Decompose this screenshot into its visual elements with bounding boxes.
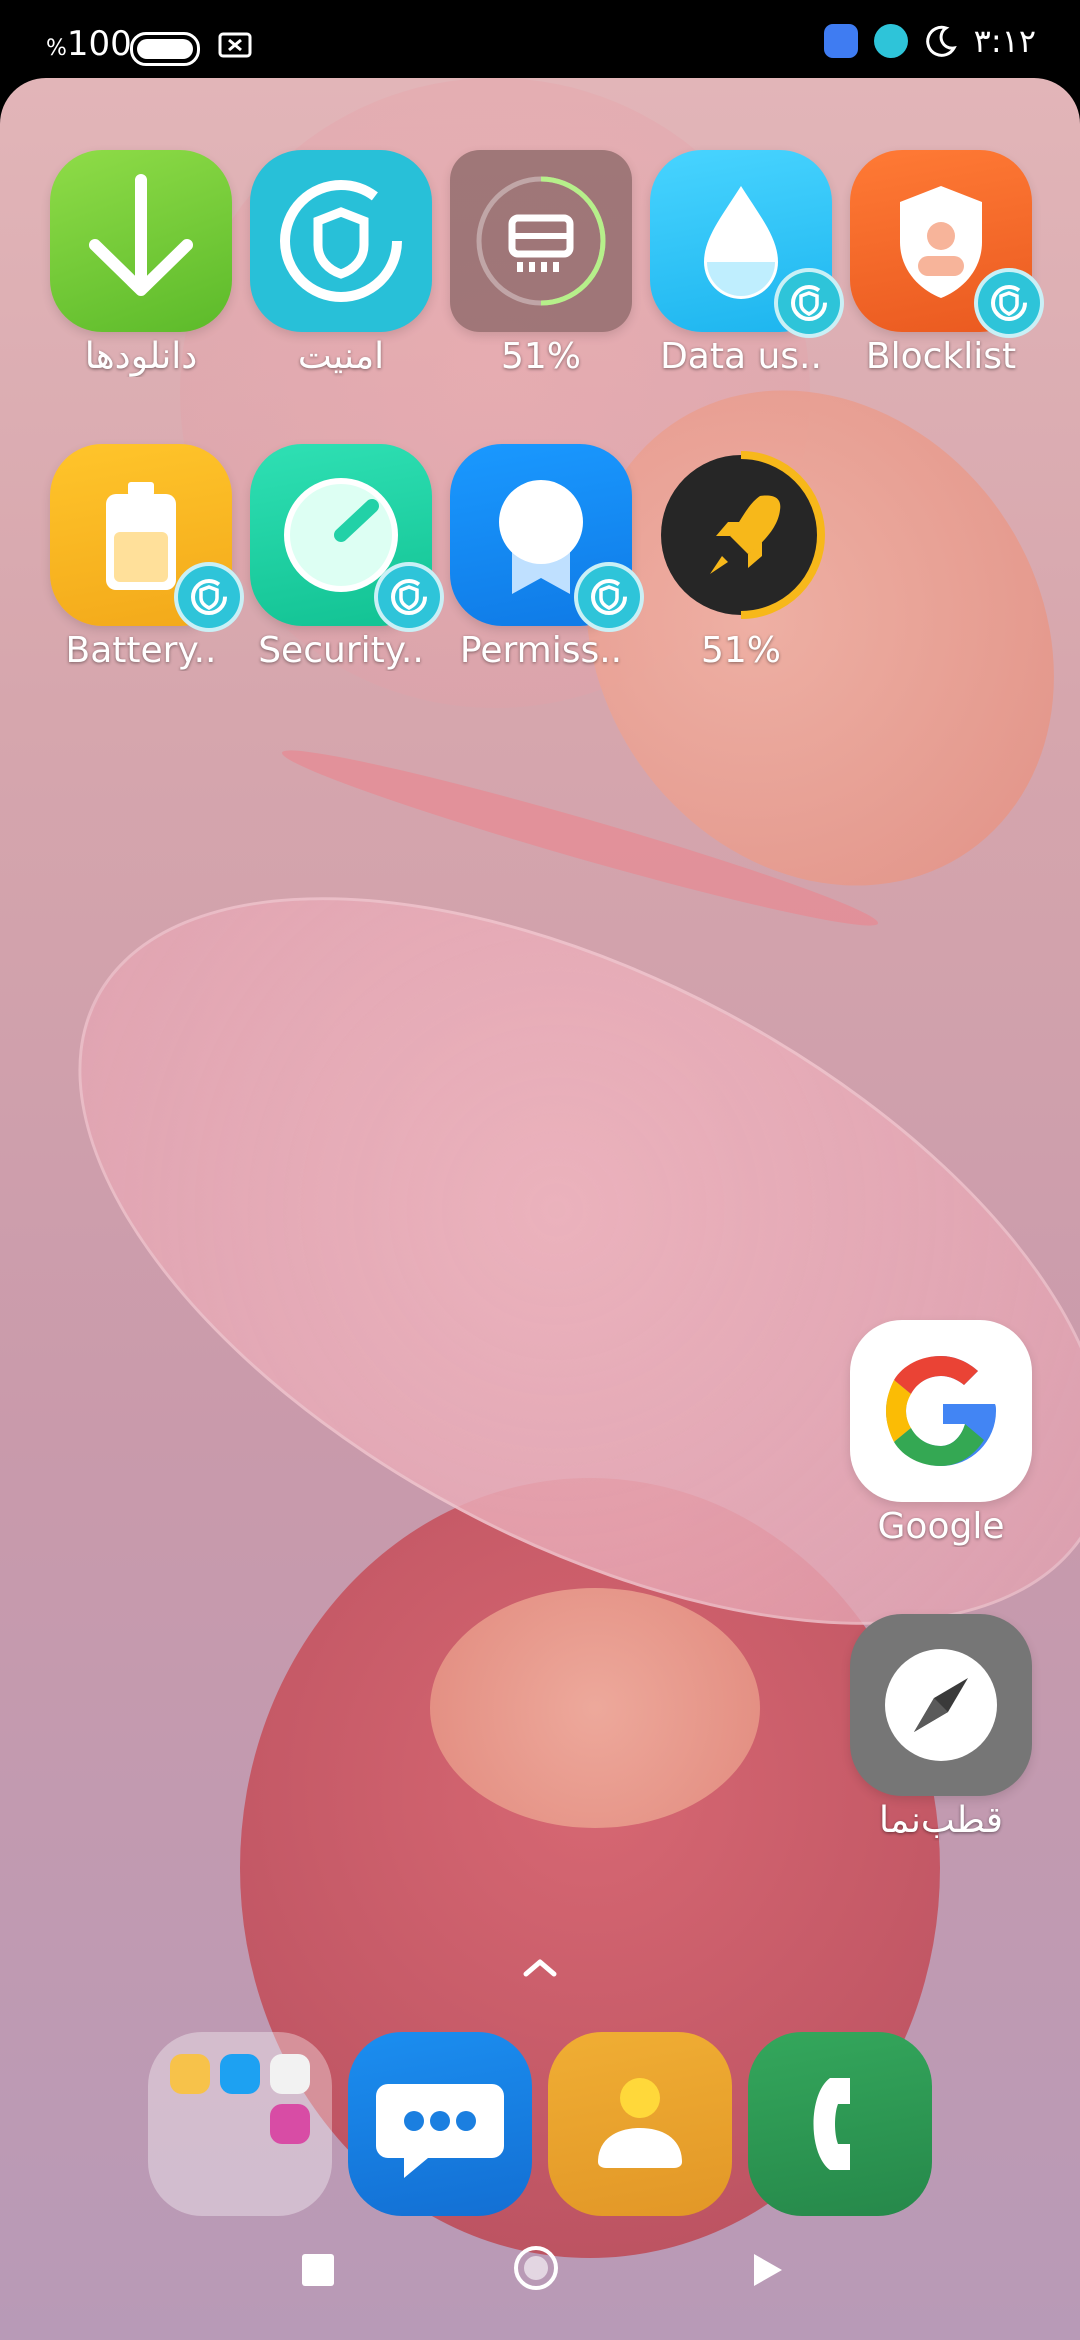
folder-mini-app-icon xyxy=(220,2054,260,2094)
app-label: 51% xyxy=(500,336,581,377)
contacts-icon xyxy=(598,2078,682,2168)
security-icon xyxy=(873,24,908,58)
google-icon xyxy=(850,1320,1032,1502)
home-button-inner xyxy=(524,2256,548,2280)
security-badge-icon xyxy=(174,562,244,632)
security-badge-icon xyxy=(574,562,644,632)
recent-apps-button[interactable] xyxy=(302,2254,334,2286)
compass-icon xyxy=(850,1614,1032,1796)
folder-mini-app-icon xyxy=(270,2054,310,2094)
app-label: Permiss.. xyxy=(459,630,623,671)
phone-icon xyxy=(813,2078,850,2170)
app-downloads[interactable]: دانلودها xyxy=(46,150,236,377)
app-battery[interactable]: Battery.. xyxy=(46,444,244,671)
download-icon xyxy=(50,150,232,332)
security-badge-icon xyxy=(374,562,444,632)
app-label: قطب‌نما xyxy=(879,1800,1003,1841)
back-button[interactable] xyxy=(750,2250,786,2290)
app-security[interactable]: امنیت xyxy=(246,150,436,377)
app-label: Google xyxy=(877,1506,1005,1547)
folder-mini-app-icon xyxy=(270,2104,310,2144)
water-drop-icon xyxy=(650,150,844,338)
blocklist-shield-icon xyxy=(850,150,1044,338)
dock-folder[interactable] xyxy=(148,2032,332,2216)
shield-icon xyxy=(250,150,432,332)
security-scan-icon xyxy=(250,444,444,632)
moon-icon xyxy=(925,25,957,57)
app-label: Blocklist xyxy=(865,336,1017,377)
app-compass[interactable]: قطب‌نما xyxy=(846,1614,1036,1841)
app-label: Data us.. xyxy=(660,336,822,377)
app-label: 51% xyxy=(700,630,781,671)
wallpaper-shape xyxy=(430,1588,760,1828)
folder-mini-app-icon xyxy=(170,2054,210,2094)
status-bar: %100 ۳:۱۲ xyxy=(0,0,1080,78)
app-blocklist[interactable]: Blocklist xyxy=(846,150,1044,377)
security-badge-icon xyxy=(974,268,1044,338)
battery-app-icon xyxy=(50,444,244,632)
battery-level: %100 xyxy=(46,24,132,64)
clock: ۳:۱۲ xyxy=(973,22,1036,60)
home-button[interactable] xyxy=(514,2246,558,2290)
dock-phone[interactable] xyxy=(748,2032,932,2216)
app-cleaner[interactable]: 51% xyxy=(446,150,636,377)
messages-icon xyxy=(376,2084,504,2178)
app-label: امنیت xyxy=(297,336,385,377)
cleaner-icon xyxy=(450,150,632,332)
app-security-scan[interactable]: Security.. xyxy=(246,444,444,671)
app-booster[interactable]: 51% xyxy=(646,444,836,671)
app-label: دانلودها xyxy=(84,336,198,377)
navigation-bar xyxy=(0,2230,1080,2320)
app-label: Battery.. xyxy=(65,630,217,671)
app-drawer-arrow-icon[interactable] xyxy=(516,1950,564,1984)
battery-icon xyxy=(130,32,200,66)
app-notification-icon xyxy=(823,24,858,58)
app-google[interactable]: Google xyxy=(846,1320,1036,1547)
app-permissions[interactable]: Permiss.. xyxy=(446,444,644,671)
app-data-usage[interactable]: Data us.. xyxy=(646,150,844,377)
dock-messages[interactable] xyxy=(348,2032,532,2216)
home-screen xyxy=(0,78,1080,2340)
dock-contacts[interactable] xyxy=(548,2032,732,2216)
permissions-icon xyxy=(450,444,644,632)
app-label: Security.. xyxy=(258,630,424,671)
security-badge-icon xyxy=(774,268,844,338)
rocket-icon xyxy=(650,444,832,626)
screenshot-icon xyxy=(218,32,252,58)
